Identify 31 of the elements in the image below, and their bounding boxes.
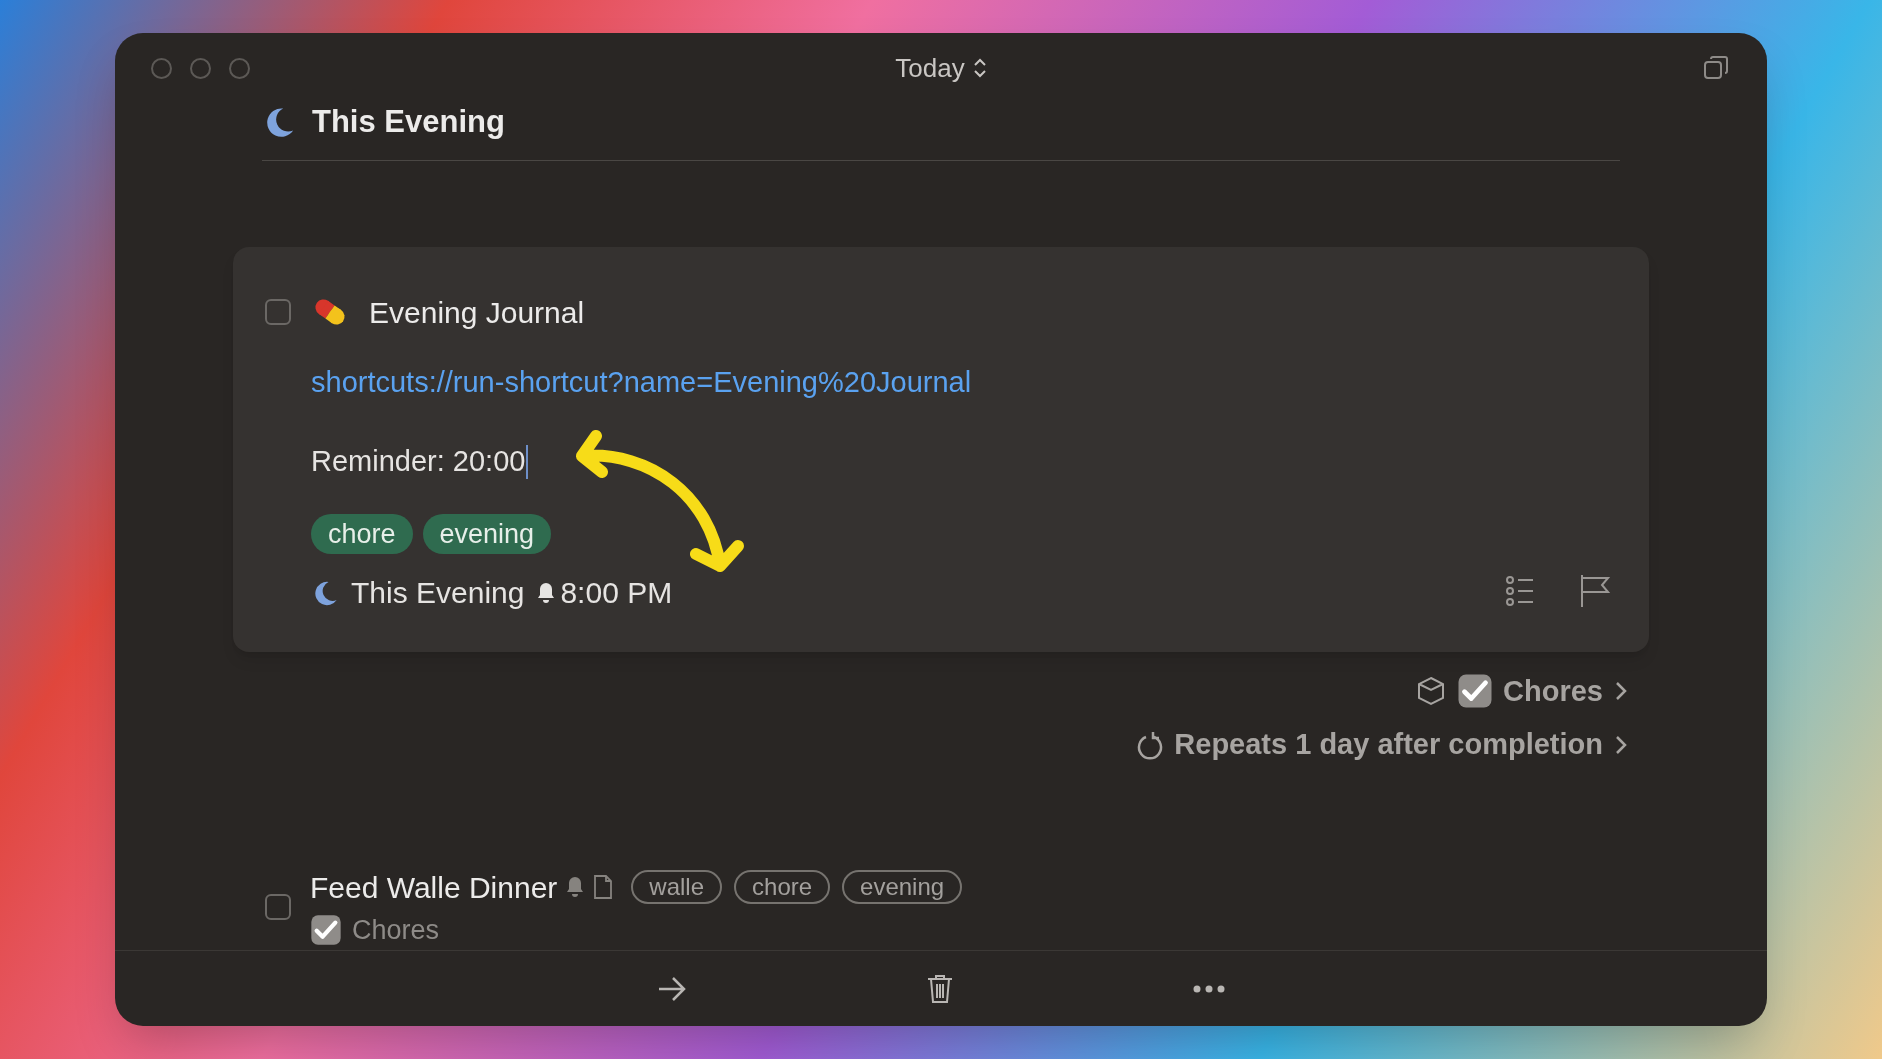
note-text[interactable]: Reminder: 20:00	[311, 440, 526, 484]
reminder-time[interactable]: 8:00 PM	[560, 570, 673, 615]
when-label[interactable]: This Evening	[351, 570, 525, 615]
trash-icon[interactable]	[927, 973, 953, 1004]
view-switcher[interactable]: Today	[895, 48, 987, 88]
copy-window-icon[interactable]	[1703, 55, 1729, 81]
checkbox[interactable]	[265, 299, 291, 325]
text-cursor	[526, 445, 529, 479]
arrow-right-icon[interactable]	[657, 975, 687, 1002]
shortcut-link[interactable]: shortcuts://run-shortcut?name=Evening%20Journal	[311, 365, 972, 398]
tag[interactable]: evening	[842, 870, 963, 904]
checklist-icon[interactable]	[1505, 574, 1535, 607]
bell-icon	[536, 581, 557, 604]
repeat-link[interactable]: Repeats 1 day after completion	[1174, 723, 1627, 767]
list-label: Chores	[352, 913, 440, 947]
tag[interactable]: chore	[311, 514, 413, 554]
more-icon[interactable]	[1193, 984, 1225, 993]
section-title: This Evening	[312, 103, 505, 141]
task-title[interactable]: Evening Journal	[369, 289, 585, 335]
checkbox[interactable]	[265, 894, 291, 921]
flag-icon[interactable]	[1579, 573, 1611, 608]
checkmark-list-icon	[310, 913, 342, 946]
tag[interactable]: chore	[734, 870, 831, 904]
task-title[interactable]: Feed Walle Dinner	[310, 864, 558, 910]
tag[interactable]: walle	[631, 870, 723, 904]
checkmark-list-icon	[1457, 673, 1494, 710]
tag[interactable]: evening	[422, 514, 552, 554]
repeat-icon	[1136, 729, 1165, 760]
chevron-up-down-icon	[972, 57, 987, 79]
chevron-right-icon	[1615, 733, 1627, 756]
list-link[interactable]: Chores	[1503, 669, 1627, 713]
